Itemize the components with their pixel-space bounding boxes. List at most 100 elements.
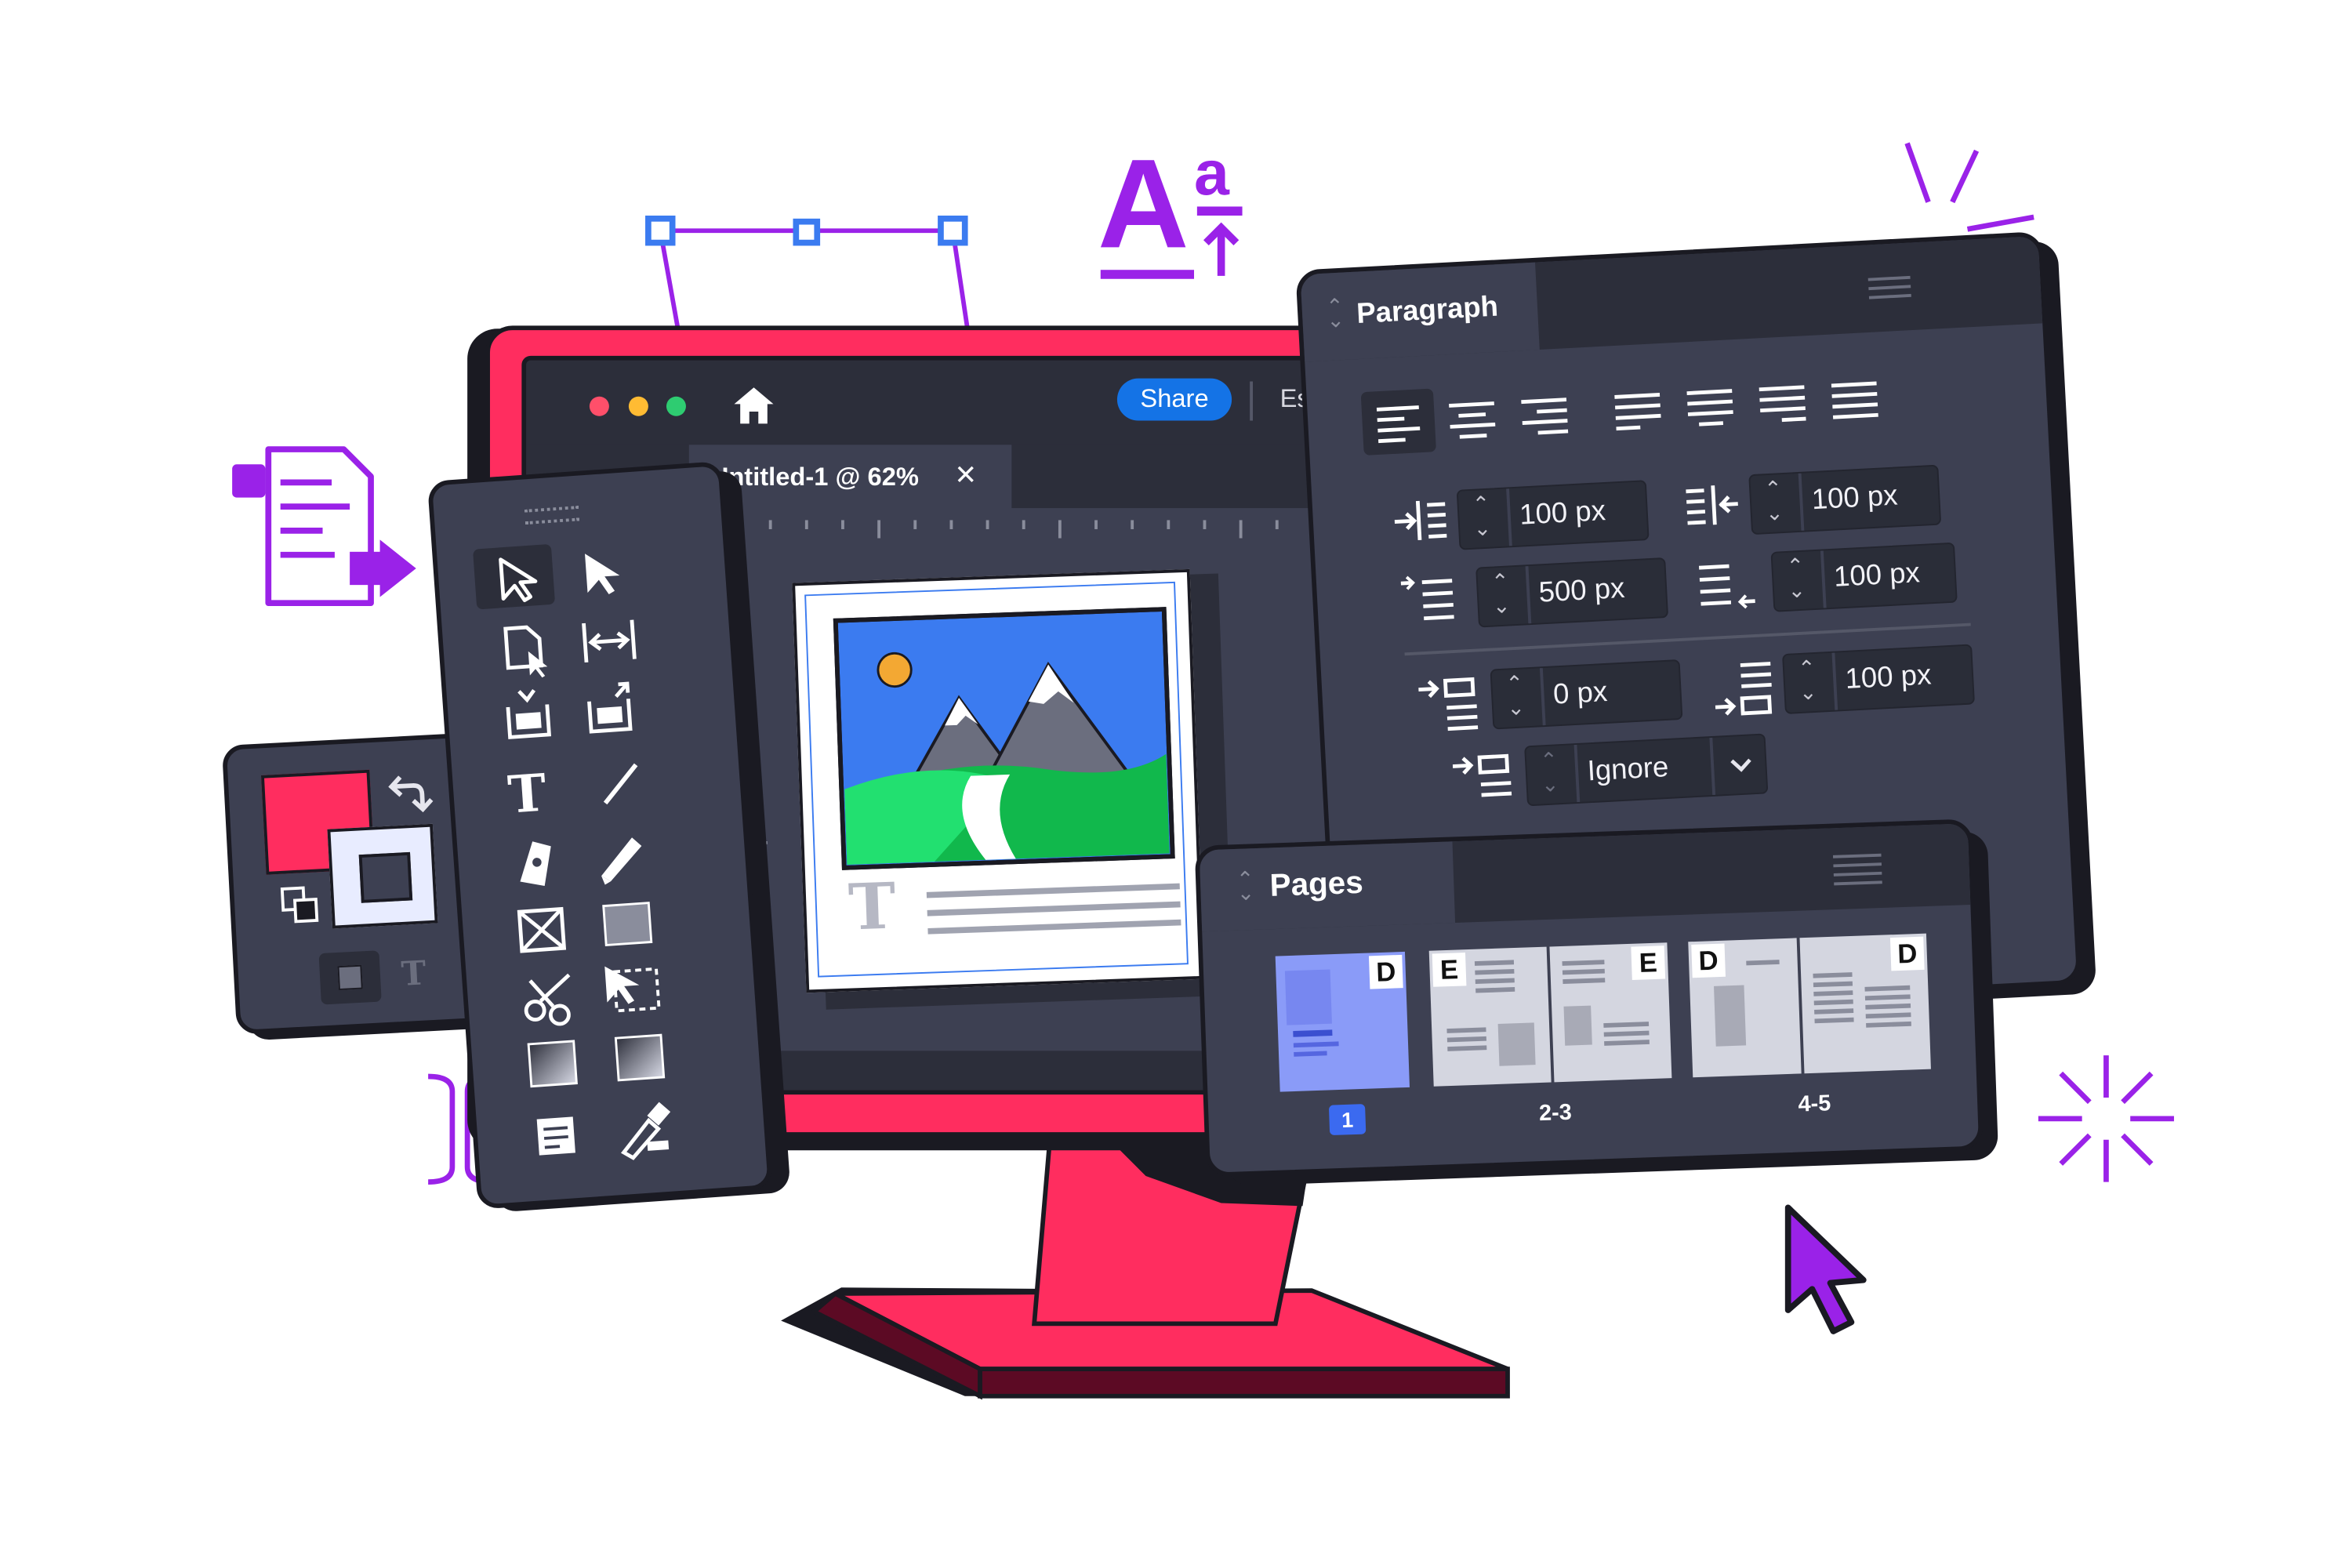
eyedropper-tool-icon [620, 1102, 671, 1160]
place-document-icon [232, 446, 416, 607]
justify-left-icon [1614, 393, 1661, 431]
minimize-window-button[interactable] [628, 396, 648, 416]
left-indent-value: 100 px [1519, 495, 1606, 532]
spread-label-2-3[interactable]: 2-3 [1522, 1099, 1589, 1127]
spread-label-1[interactable]: 1 [1328, 1104, 1367, 1136]
master-badge: E [1631, 946, 1666, 980]
stroke-swatch[interactable] [327, 823, 438, 929]
close-tab-icon[interactable]: ✕ [954, 460, 977, 492]
formatting-container-button[interactable] [318, 950, 382, 1005]
type-tool-icon: T [506, 764, 548, 826]
rectangle-frame-tool-icon [517, 906, 567, 953]
grid-align-stepper[interactable]: ⌃ ⌄ [1526, 744, 1581, 805]
tools-panel-grip[interactable] [524, 506, 580, 525]
grid-align-value: Ignore [1586, 752, 1670, 789]
space-after-value: 100 px [1844, 659, 1933, 696]
sparkle-top-right [1904, 142, 2034, 232]
left-indent-field[interactable]: ⌃ ⌄ 100 px [1456, 480, 1650, 550]
sparkle-bottom-right [2038, 1055, 2174, 1182]
pages-collapse-chevron-icon[interactable]: ⌃ ⌄ [1236, 866, 1255, 905]
right-indent-field[interactable]: ⌃ ⌄ 100 px [1748, 464, 1942, 535]
paragraph-panel-title: Paragraph [1356, 291, 1499, 331]
gap-tool-icon [582, 619, 637, 663]
grid-align-icon [1452, 753, 1512, 797]
gradient-swatch-tool-icon [527, 1040, 578, 1088]
left-indent-stepper[interactable]: ⌃ ⌄ [1457, 488, 1512, 549]
title-bar-divider [1250, 381, 1254, 421]
text-frame-glyph: T [847, 869, 898, 945]
tools-panel: T [426, 460, 773, 1210]
pages-panel-title: Pages [1269, 866, 1364, 904]
page-thumbnail-2[interactable]: E [1428, 946, 1552, 1087]
paragraph-panel-header: ⌃ ⌄ Paragraph [1300, 235, 2043, 362]
first-line-indent-icon [1400, 575, 1454, 621]
justify-all-icon [1831, 381, 1878, 419]
page-thumbnail-1[interactable]: D [1275, 951, 1410, 1092]
space-before-stepper[interactable]: ⌃ ⌄ [1491, 668, 1546, 728]
justify-center-icon [1686, 389, 1733, 426]
paragraph-tab[interactable]: ⌃ ⌄ Paragraph [1300, 262, 1540, 362]
space-before-field[interactable]: ⌃ ⌄ 0 px [1490, 659, 1683, 730]
master-badge: D [1368, 954, 1403, 989]
direct-selection-tool-icon [585, 554, 620, 595]
pages-panel: ⌃ ⌄ Pages D 1 E E 2-3 D D 4-5 [1194, 818, 1984, 1178]
scissors-tool-icon [524, 973, 571, 1026]
spread-label-4-5[interactable]: 4-5 [1781, 1090, 1849, 1118]
align-left-icon [1376, 405, 1421, 444]
document-page: T [792, 568, 1204, 993]
left-indent-icon [1394, 500, 1447, 541]
chevron-down-icon [1730, 758, 1751, 772]
grid-align-select[interactable]: ⌃ ⌄ Ignore [1524, 733, 1770, 807]
grid-align-dropdown-button[interactable] [1709, 735, 1770, 796]
maximize-window-button[interactable] [666, 396, 686, 416]
pencil-tool-icon [601, 837, 642, 885]
align-right-icon [1521, 397, 1569, 435]
space-after-icon [1715, 662, 1773, 716]
mouse-cursor-icon [1784, 1204, 1867, 1334]
alignment-buttons [1376, 381, 1878, 444]
first-line-indent-stepper[interactable]: ⌃ ⌄ [1477, 566, 1532, 626]
master-badge: E [1432, 953, 1467, 987]
free-transform-tool-icon [604, 966, 661, 1013]
home-icon[interactable] [731, 384, 777, 426]
last-line-indent-stepper[interactable]: ⌃ ⌄ [1772, 550, 1827, 611]
pages-tab[interactable]: ⌃ ⌄ Pages [1199, 841, 1456, 932]
space-after-field[interactable]: ⌃ ⌄ 100 px [1782, 644, 1976, 714]
swap-colors-icon[interactable] [385, 770, 434, 818]
right-indent-stepper[interactable]: ⌃ ⌄ [1750, 473, 1805, 534]
collapse-chevron-icon[interactable]: ⌃ ⌄ [1326, 293, 1345, 332]
pen-tool-icon [520, 841, 551, 887]
space-before-icon [1418, 677, 1479, 731]
page-thumbnail-4[interactable]: D [1688, 938, 1802, 1078]
first-line-indent-field[interactable]: ⌃ ⌄ 500 px [1475, 557, 1669, 628]
close-window-button[interactable] [589, 396, 609, 416]
page-thumbnail-5[interactable]: D [1799, 933, 1931, 1074]
share-button[interactable]: Share [1116, 378, 1232, 421]
justify-right-icon [1759, 385, 1806, 423]
space-after-stepper[interactable]: ⌃ ⌄ [1784, 652, 1838, 713]
line-tool-icon [603, 763, 638, 805]
font-size-icon: A a [1098, 132, 1264, 294]
space-before-value: 0 px [1552, 677, 1609, 712]
align-center-icon [1449, 401, 1496, 439]
paragraph-panel-menu-icon[interactable] [1867, 275, 1911, 299]
last-line-indent-field[interactable]: ⌃ ⌄ 100 px [1770, 542, 1958, 612]
master-badge: D [1889, 936, 1925, 971]
right-indent-value: 100 px [1810, 480, 1899, 517]
note-tool-icon [536, 1116, 575, 1156]
gradient-feather-tool-icon [614, 1033, 666, 1082]
master-badge: D [1691, 943, 1726, 978]
text-frame-lines [926, 883, 1181, 935]
content-placer-tool-icon [587, 681, 633, 734]
pages-panel-menu-icon[interactable] [1832, 853, 1882, 886]
rectangle-tool-icon [602, 902, 653, 947]
last-line-indent-icon [1698, 564, 1755, 609]
last-line-indent-value: 100 px [1833, 557, 1921, 594]
default-colors-icon[interactable] [279, 884, 324, 928]
formatting-text-button[interactable]: T [401, 954, 427, 995]
page-thumbnail-3[interactable]: E [1549, 942, 1672, 1083]
content-collector-tool-icon [506, 688, 552, 739]
tools-grid: T [473, 544, 671, 1160]
image-frame [833, 607, 1175, 870]
first-line-indent-value: 500 px [1537, 573, 1626, 610]
